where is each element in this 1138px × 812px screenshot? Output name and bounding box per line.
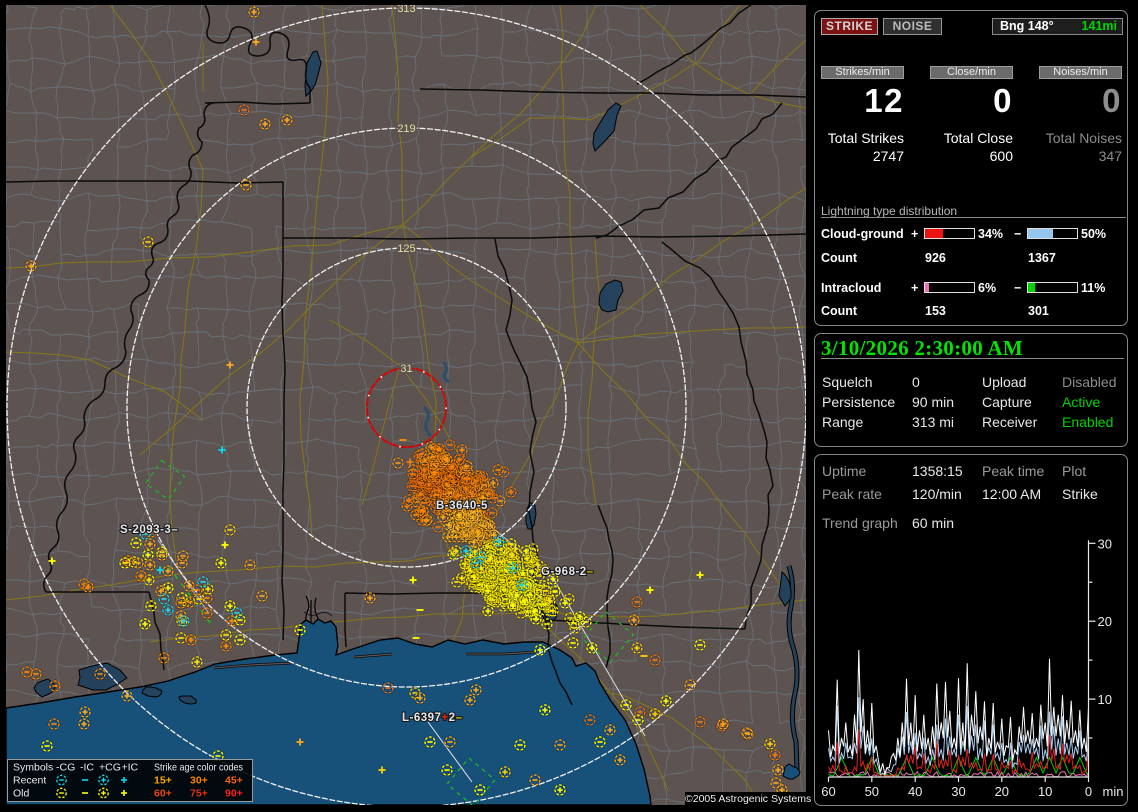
svg-text:90+: 90+ <box>225 788 243 800</box>
svg-text:Symbols: Symbols <box>13 762 53 774</box>
svg-text:Strike age color codes: Strike age color codes <box>154 763 243 774</box>
svg-text:B-3640-5: B-3640-5 <box>436 500 488 512</box>
svg-text:219: 219 <box>397 123 415 135</box>
svg-text:31: 31 <box>400 363 412 375</box>
svg-text:20: 20 <box>995 784 1009 799</box>
svg-text:125: 125 <box>397 243 415 255</box>
svg-text:75+: 75+ <box>190 788 208 800</box>
svg-text:0: 0 <box>1085 784 1092 799</box>
svg-text:-CG: -CG <box>56 762 75 774</box>
svg-text:10: 10 <box>1098 692 1112 707</box>
svg-text:50: 50 <box>865 784 879 799</box>
svg-text:min: min <box>1103 784 1124 799</box>
svg-text:S-2093-3–: S-2093-3– <box>120 524 178 536</box>
svg-text:30+: 30+ <box>190 775 208 787</box>
svg-text:Recent: Recent <box>13 775 46 787</box>
svg-text:313: 313 <box>397 5 415 15</box>
svg-text:G-968-2–: G-968-2– <box>541 566 594 578</box>
svg-text:Old: Old <box>13 788 30 800</box>
svg-text:+IC: +IC <box>122 762 139 774</box>
svg-text:40: 40 <box>908 784 922 799</box>
svg-text:45+: 45+ <box>225 775 243 787</box>
svg-text:10: 10 <box>1038 784 1052 799</box>
svg-text:+CG: +CG <box>99 762 121 774</box>
svg-text:30: 30 <box>951 784 965 799</box>
svg-text:L-6397+2–: L-6397+2– <box>402 712 463 724</box>
svg-text:30: 30 <box>1098 536 1112 551</box>
svg-text:-IC: -IC <box>80 762 94 774</box>
svg-text:20: 20 <box>1098 614 1112 629</box>
svg-text:60: 60 <box>821 784 835 799</box>
svg-text:60+: 60+ <box>154 788 172 800</box>
svg-text:15+: 15+ <box>154 775 172 787</box>
